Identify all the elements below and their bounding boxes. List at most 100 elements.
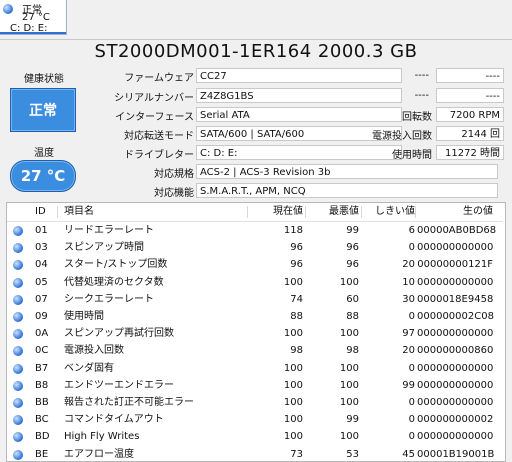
attr-name: シークエラーレート <box>64 293 154 305</box>
attr-name: 使用時間 <box>64 311 104 322</box>
table-row[interactable]: 09 使用時間 88 88 0 000000002C08 <box>7 308 503 325</box>
status-dot-icon <box>13 415 23 426</box>
attr-raw: 00000AB0BD68 <box>417 225 497 236</box>
attr-threshold: 0 <box>408 431 415 443</box>
attr-name: スピンアップ時間 <box>64 242 144 254</box>
table-row[interactable]: 05 代替処理済のセクタ数 100 100 10 000000000000 <box>7 274 503 291</box>
header-id[interactable]: ID <box>35 203 46 220</box>
attr-raw: 000000000002 <box>417 414 494 426</box>
table-row[interactable]: 01 リードエラーレート 118 99 6 00000AB0BD68 <box>7 222 503 239</box>
attr-name: 報告された訂正不可能エラー <box>64 397 194 408</box>
attr-threshold: 0 <box>408 362 415 374</box>
attr-name: リードエラーレート <box>64 225 154 236</box>
attr-worst: 96 <box>346 259 359 271</box>
attr-current: 74 <box>290 293 303 305</box>
attr-threshold: 20 <box>402 345 415 357</box>
attr-id: BD <box>35 431 50 443</box>
attr-threshold: 10 <box>402 276 415 288</box>
attr-worst: 88 <box>346 311 359 322</box>
attr-id: 09 <box>35 311 48 322</box>
status-dot-icon <box>3 4 13 14</box>
header-worst[interactable]: 最悪値 <box>307 203 359 220</box>
attr-threshold: 0 <box>408 414 415 426</box>
attr-threshold: 20 <box>402 259 415 271</box>
status-dot-icon <box>13 432 23 443</box>
status-dot-icon <box>13 329 23 340</box>
attr-threshold: 30 <box>402 293 415 305</box>
attr-raw: 00000000121F <box>417 259 493 271</box>
attr-current: 100 <box>283 379 303 391</box>
attr-raw: 000000000000 <box>417 328 494 340</box>
table-row[interactable]: 0A スピンアップ再試行回数 100 100 97 000000000000 <box>7 325 503 342</box>
health-label: 健康状態 <box>24 74 64 85</box>
attr-current: 88 <box>290 311 303 322</box>
standard-value: ACS-2 | ACS-3 Revision 3b <box>196 164 498 179</box>
features-value: S.M.A.R.T., APM, NCQ <box>196 183 498 198</box>
empty-value-2: ---- <box>436 88 504 103</box>
header-raw[interactable]: 生の値 <box>417 203 493 220</box>
attr-raw: 000000000000 <box>417 397 494 408</box>
attr-worst: 100 <box>339 362 359 374</box>
status-dot-icon <box>13 363 23 374</box>
transfer-mode-label: 対応転送モード <box>124 131 194 142</box>
attr-name: ベンダ固有 <box>64 362 114 374</box>
attr-id: 03 <box>35 242 48 254</box>
attr-raw: 0000018E9458 <box>417 293 494 305</box>
attr-raw: 000000000000 <box>417 242 494 254</box>
header-current[interactable]: 現在値 <box>253 203 303 220</box>
attr-raw: 000000000000 <box>417 276 494 288</box>
table-row[interactable]: B7 ベンダ固有 100 100 0 000000000000 <box>7 360 503 377</box>
attr-current: 100 <box>283 414 303 426</box>
attr-worst: 98 <box>346 345 359 357</box>
smart-table[interactable]: ID 項目名 現在値 最悪値 しきい値 生の値 01 リードエラーレート 118 99… <box>6 202 506 462</box>
attr-current: 96 <box>290 242 303 254</box>
firmware-label: ファームウェア <box>124 73 194 84</box>
attr-current: 98 <box>290 345 303 357</box>
attr-worst: 99 <box>346 225 359 236</box>
power-count-value: 2144 回 <box>436 126 504 141</box>
standard-label: 対応規格 <box>154 169 194 180</box>
table-row[interactable]: 0C 電源投入回数 98 98 20 000000000860 <box>7 342 503 359</box>
attr-threshold: 0 <box>408 397 415 408</box>
attr-id: BC <box>35 414 49 426</box>
header-name[interactable]: 項目名 <box>64 203 94 220</box>
firmware-value: CC27 <box>196 68 402 83</box>
attr-name: エンドツーエンドエラー <box>64 379 174 391</box>
attr-name: コマンドタイムアウト <box>64 414 164 426</box>
table-header: ID 項目名 現在値 最悪値 しきい値 生の値 <box>7 203 503 222</box>
serial-value: Z4Z8G1BS <box>196 88 402 103</box>
table-row[interactable]: BC コマンドタイムアウト 100 99 0 000000000002 <box>7 411 503 428</box>
attr-id: 05 <box>35 276 48 288</box>
drive-letter-label: ドライブレター <box>124 150 194 161</box>
interface-label: インターフェース <box>115 112 194 123</box>
disk-tab[interactable]: 正常 27 °C C: D: E: <box>0 0 67 35</box>
temperature-button[interactable]: 27 °C <box>10 160 76 192</box>
attr-name: 電源投入回数 <box>64 345 124 357</box>
attr-worst: 100 <box>339 379 359 391</box>
rotation-label: 回転数 <box>402 112 432 123</box>
disk-tab-strip <box>0 0 512 40</box>
attr-worst: 99 <box>346 414 359 426</box>
table-row[interactable]: 07 シークエラーレート 74 60 30 0000018E9458 <box>7 291 503 308</box>
attr-raw: 000000002C08 <box>417 311 494 322</box>
table-row[interactable]: BB 報告された訂正不可能エラー 100 100 0 000000000000 <box>7 394 503 411</box>
attr-raw: 000000000000 <box>417 362 494 374</box>
attr-id: 04 <box>35 259 48 271</box>
attr-current: 100 <box>283 328 303 340</box>
attr-name: 代替処理済のセクタ数 <box>64 276 164 288</box>
table-row[interactable]: B8 エンドツーエンドエラー 100 100 99 000000000000 <box>7 377 503 394</box>
status-dot-icon <box>13 226 23 236</box>
attr-id: B7 <box>35 362 49 374</box>
attr-id: BB <box>35 397 49 408</box>
table-row[interactable]: 03 スピンアップ時間 96 96 0 000000000000 <box>7 239 503 256</box>
attr-current: 100 <box>283 362 303 374</box>
table-row[interactable]: BD High Fly Writes 100 100 0 000000000000 <box>7 428 503 445</box>
header-threshold[interactable]: しきい値 <box>363 203 415 220</box>
attr-raw: 000000000000 <box>417 431 494 443</box>
attr-worst: 96 <box>346 242 359 254</box>
table-row[interactable]: 04 スタート/ストップ回数 96 96 20 00000000121F <box>7 256 503 273</box>
health-status-button[interactable]: 正常 <box>10 88 76 132</box>
attr-threshold: 97 <box>402 328 415 340</box>
power-hours-label: 使用時間 <box>392 150 432 161</box>
rotation-value: 7200 RPM <box>436 107 504 122</box>
